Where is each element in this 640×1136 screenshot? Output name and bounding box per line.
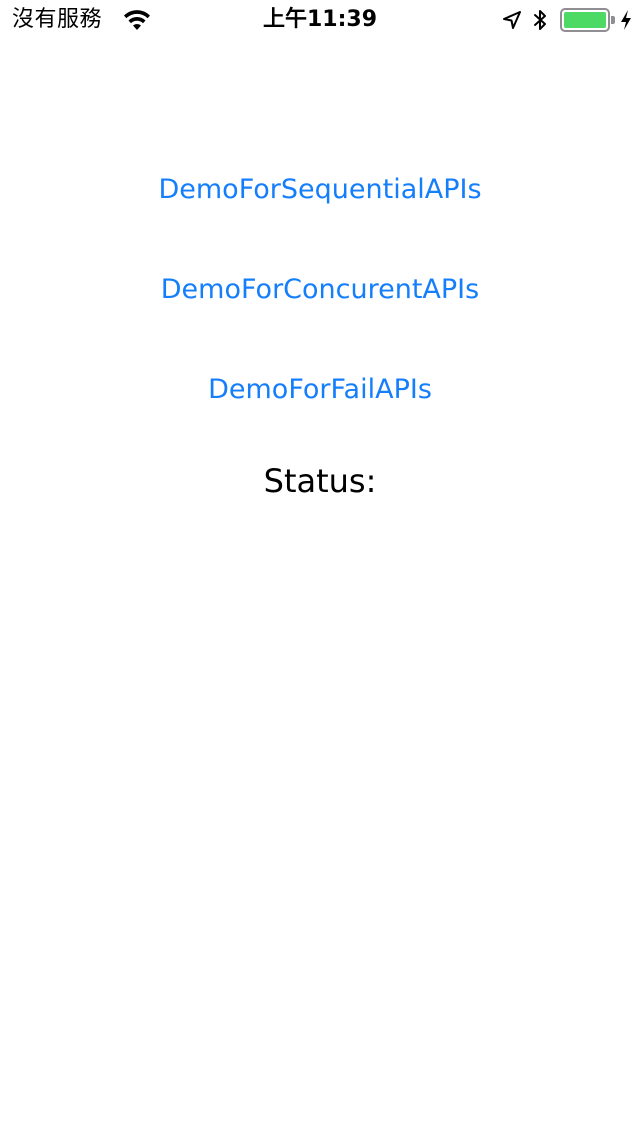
charging-icon (621, 10, 631, 30)
status-label: Status: (263, 462, 377, 500)
location-icon (503, 11, 521, 29)
demo-concurrent-apis-button[interactable]: DemoForConcurentAPIs (0, 270, 640, 310)
demo-fail-apis-button[interactable]: DemoForFailAPIs (0, 370, 640, 410)
bluetooth-icon (534, 10, 546, 30)
app-screen: 沒有服務 上午11:39 DemoForSequentialAPIs DemoF… (0, 0, 640, 1136)
status-bar: 沒有服務 上午11:39 (0, 0, 640, 40)
demo-sequential-apis-button[interactable]: DemoForSequentialAPIs (0, 170, 640, 210)
battery-icon (560, 8, 615, 32)
